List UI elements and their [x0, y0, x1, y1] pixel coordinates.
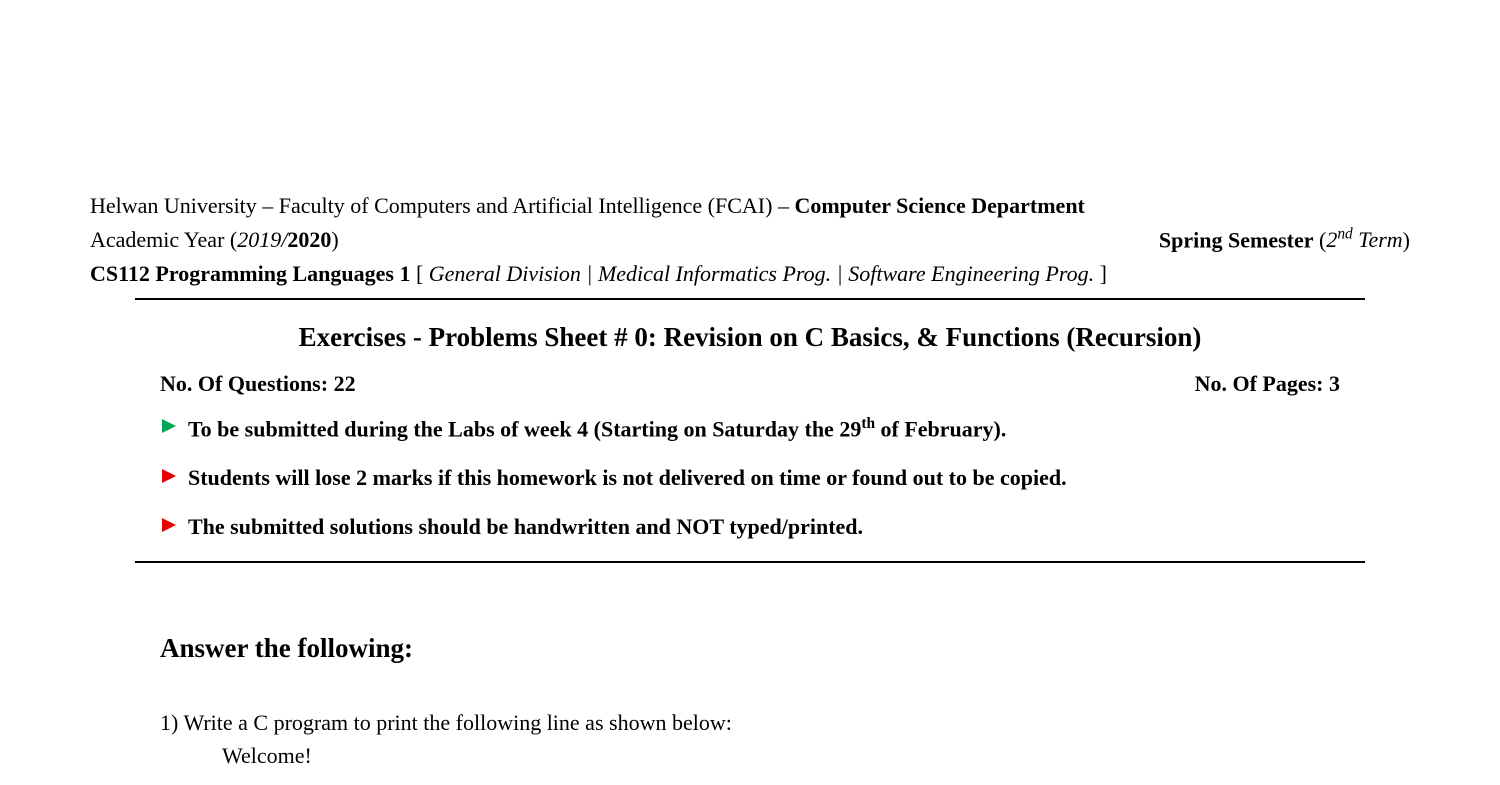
- bullet-text: To be submitted during the Labs of week …: [188, 413, 1006, 445]
- sheet-title: Exercises - Problems Sheet # 0: Revision…: [90, 322, 1410, 353]
- bullet-text: Students will lose 2 marks if this homew…: [188, 463, 1067, 494]
- divider-top: [135, 298, 1365, 300]
- document-header: Helwan University – Faculty of Computers…: [90, 190, 1410, 290]
- bullet-text: The submitted solutions should be handwr…: [188, 512, 863, 543]
- divisions-close: ]: [1094, 261, 1107, 286]
- header-line-3: CS112 Programming Languages 1 [ General …: [90, 258, 1410, 290]
- academic-year-end: 2020: [287, 227, 331, 252]
- course-code: CS112 Programming Languages 1: [90, 261, 410, 286]
- sheet-info-row: No. Of Questions: 22 No. Of Pages: 3: [160, 371, 1340, 413]
- notice-bullets: To be submitted during the Labs of week …: [160, 413, 1340, 543]
- bullet-item: To be submitted during the Labs of week …: [160, 413, 1340, 445]
- semester: Spring Semester (2nd Term): [1159, 224, 1410, 256]
- header-line-1: Helwan University – Faculty of Computers…: [90, 190, 1410, 222]
- university-name: Helwan University: [90, 193, 257, 218]
- question-output-line: Welcome!: [222, 739, 1410, 772]
- questions-count: No. Of Questions: 22: [160, 371, 356, 397]
- divisions-open: [: [410, 261, 428, 286]
- faculty-name: Faculty of Computers and Artificial Inte…: [279, 193, 773, 218]
- triangle-right-icon: [160, 467, 178, 485]
- triangle-right-icon: [160, 417, 178, 435]
- pages-count: No. Of Pages: 3: [1195, 371, 1340, 397]
- term-number: 2nd Term: [1326, 227, 1402, 252]
- bullet-item: The submitted solutions should be handwr…: [160, 512, 1340, 543]
- answer-heading: Answer the following:: [160, 633, 1410, 664]
- academic-year-close: ): [331, 227, 338, 252]
- academic-year-start: 2019/: [237, 227, 287, 252]
- bullet-item: Students will lose 2 marks if this homew…: [160, 463, 1340, 494]
- separator: –: [772, 193, 794, 218]
- separator: –: [257, 193, 279, 218]
- academic-year-label: Academic Year (: [90, 227, 237, 252]
- term-open: (: [1314, 227, 1327, 252]
- semester-label: Spring Semester: [1159, 227, 1314, 252]
- question-1: 1) Write a C program to print the follow…: [160, 706, 1410, 772]
- question-number: 1): [160, 710, 183, 735]
- header-line-2: Academic Year (2019/2020) Spring Semeste…: [90, 224, 1410, 256]
- triangle-right-icon: [160, 516, 178, 534]
- divider-bottom: [135, 561, 1365, 563]
- department-name: Computer Science Department: [794, 193, 1084, 218]
- divisions-list: General Division | Medical Informatics P…: [429, 261, 1094, 286]
- academic-year: Academic Year (2019/2020): [90, 224, 339, 256]
- term-close: ): [1403, 227, 1410, 252]
- question-text: Write a C program to print the following…: [183, 710, 731, 735]
